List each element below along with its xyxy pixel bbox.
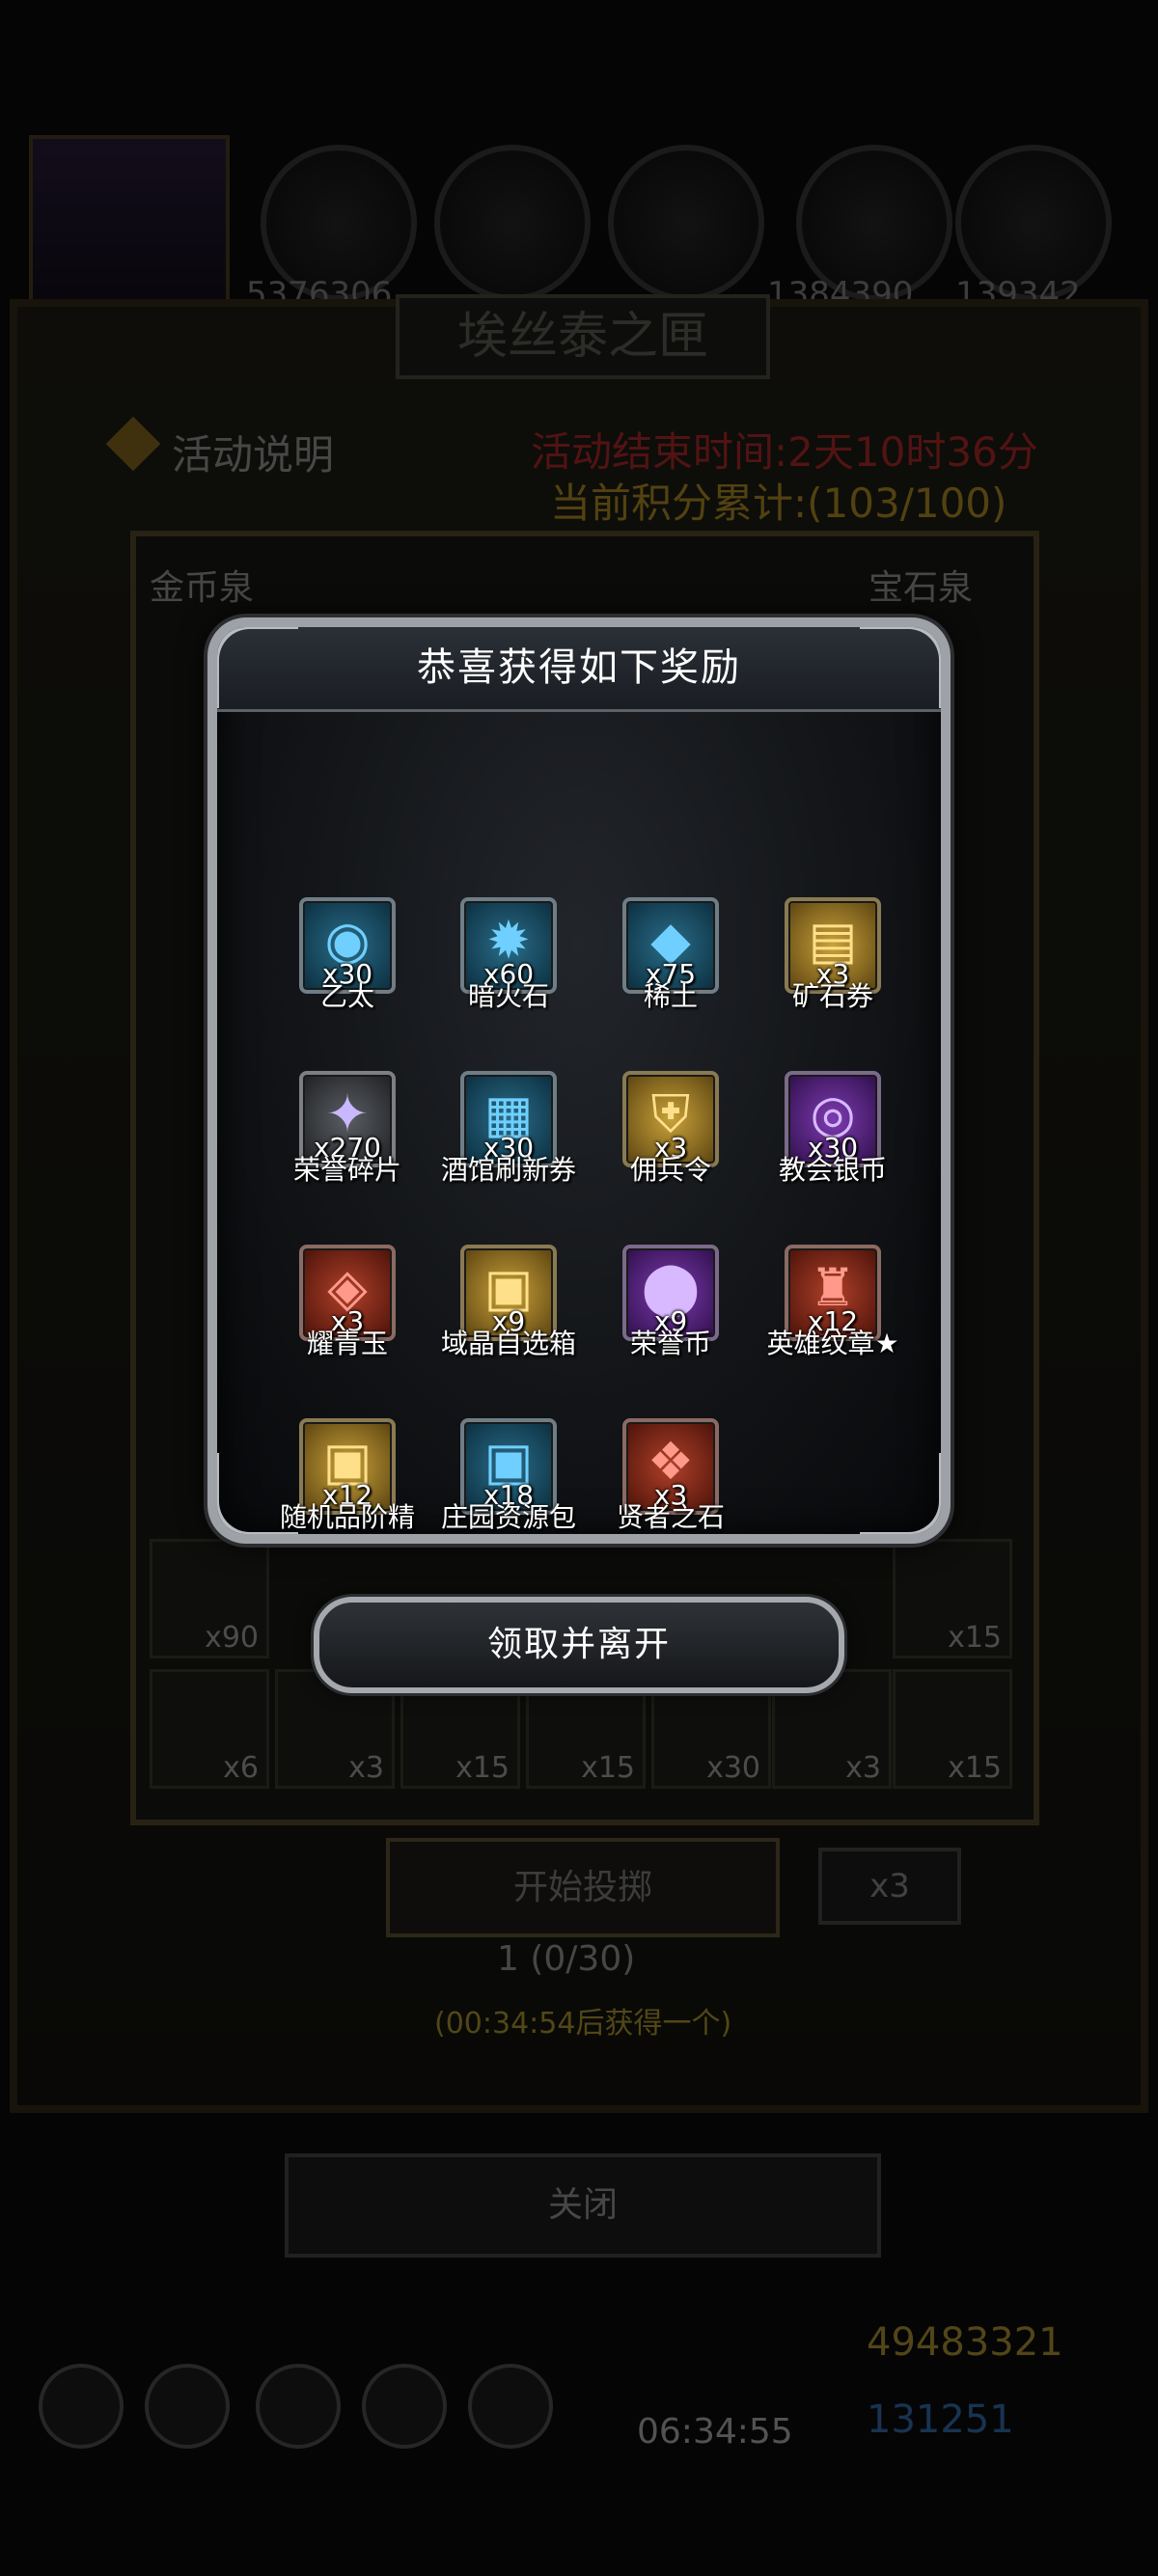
reward-name: 教会银币 xyxy=(778,1154,887,1186)
reward-grid: ◉ x30 乙太 ✹ x60 暗火石 ◆ x75 稀土 ▤ x3 矿石券 ✦ x270 荣誉碎片 ▦ x30 酒馆… xyxy=(275,897,902,1534)
ornament-corner-icon xyxy=(217,627,298,708)
rare-earth-icon: ◆ x75 xyxy=(622,897,719,994)
reward-item[interactable]: ▣ x12 随机品阶精 xyxy=(275,1418,420,1534)
reward-item[interactable]: ⬤ x9 荣誉币 xyxy=(598,1245,743,1409)
reward-name: 稀土 xyxy=(643,980,698,1012)
jade-crystal-icon: ◈ x3 xyxy=(299,1245,396,1341)
reward-item[interactable]: ⛨ x3 佣兵令 xyxy=(598,1071,743,1235)
reward-name: 佣兵令 xyxy=(629,1154,711,1186)
reward-item[interactable]: ▣ x9 域晶自选箱 xyxy=(436,1245,581,1409)
close-button[interactable]: 关闭 xyxy=(285,2153,881,2258)
random-chest-icon: ▣ x12 xyxy=(299,1418,396,1515)
reward-item[interactable]: ♜ x12 英雄纹章★ xyxy=(760,1245,902,1409)
honor-shard-icon: ✦ x270 xyxy=(299,1071,396,1167)
reward-item[interactable]: ▤ x3 矿石券 xyxy=(760,897,902,1061)
reward-name: 矿石券 xyxy=(791,980,873,1012)
crystal-chest-icon: ▣ x9 xyxy=(460,1245,557,1341)
nav-icon[interactable] xyxy=(39,2364,124,2449)
reward-name: 英雄纹章★ xyxy=(766,1328,899,1359)
reward-item[interactable]: ◉ x30 乙太 xyxy=(275,897,420,1061)
nav-icon[interactable] xyxy=(256,2364,341,2449)
score-progress: 当前积分累计:(103/100) xyxy=(550,480,1007,527)
roll-dice-button[interactable]: 开始投掷 xyxy=(386,1838,780,1937)
nav-icon[interactable] xyxy=(362,2364,447,2449)
reward-name: 暗火石 xyxy=(467,980,549,1012)
reward-item[interactable]: ▦ x30 酒馆刷新券 xyxy=(436,1071,581,1235)
board-cell: x6 xyxy=(150,1669,269,1789)
reward-dialog: 恭喜获得如下奖励 ◉ x30 乙太 ✹ x60 暗火石 ◆ x75 稀土 ▤ x3 矿石券 ✦ x270 荣… xyxy=(207,617,951,1544)
reward-item[interactable]: ◈ x3 耀青玉 xyxy=(275,1245,420,1409)
reward-name: 贤者之石 xyxy=(616,1501,725,1533)
dark-fire-stone-icon: ✹ x60 xyxy=(460,897,557,994)
reward-item[interactable]: ◆ x75 稀土 xyxy=(598,897,743,1061)
board-label-gem-spring: 宝石泉 xyxy=(868,568,974,608)
reward-dialog-title: 恭喜获得如下奖励 xyxy=(417,645,741,690)
gold-amount: 49483321 xyxy=(867,2320,1063,2365)
mercenary-token-icon: ⛨ x3 xyxy=(622,1071,719,1167)
tavern-refresh-ticket-icon: ▦ x30 xyxy=(460,1071,557,1167)
event-title: 埃丝泰之匣 xyxy=(396,294,770,379)
ether-orb-icon: ◉ x30 xyxy=(299,897,396,994)
ornament-corner-icon xyxy=(860,627,941,708)
nav-icon[interactable] xyxy=(145,2364,230,2449)
claim-and-leave-button[interactable]: 领取并离开 xyxy=(314,1597,844,1693)
reward-name: 荣誉币 xyxy=(629,1328,711,1359)
gift-timer: 06:34:55 xyxy=(637,2412,793,2452)
reward-name: 荣誉碎片 xyxy=(292,1154,401,1186)
reward-name: 酒馆刷新券 xyxy=(440,1154,576,1186)
board-cell: x15 xyxy=(893,1669,1012,1789)
reward-item[interactable]: ✹ x60 暗火石 xyxy=(436,897,581,1061)
gem-amount: 131251 xyxy=(867,2398,1014,2442)
church-silver-coin-icon: ◎ x30 xyxy=(785,1071,881,1167)
hero-emblem-icon: ♜ x12 xyxy=(785,1245,881,1341)
activity-note-link[interactable]: 活动说明 xyxy=(172,423,334,481)
hero-banner xyxy=(29,135,230,307)
reward-name: 域晶自选箱 xyxy=(440,1328,576,1359)
reward-item[interactable]: ✦ x270 荣誉碎片 xyxy=(275,1071,420,1235)
board-label-gold-spring: 金币泉 xyxy=(150,568,255,608)
roll-multiplier-button[interactable]: x3 xyxy=(818,1848,961,1925)
dice-count: 1 (0/30) xyxy=(497,1939,636,1979)
board-cell: x90 xyxy=(150,1539,269,1658)
resource-stone-icon xyxy=(608,145,764,301)
reward-item[interactable]: ❖ x3 贤者之石 xyxy=(598,1418,743,1534)
activity-end-time: 活动结束时间:2天10时36分 xyxy=(531,428,1038,476)
honor-coin-icon: ⬤ x9 xyxy=(622,1245,719,1341)
manor-resource-chest-icon: ▣ x18 xyxy=(460,1418,557,1515)
reward-item[interactable]: ▣ x18 庄园资源包 xyxy=(436,1418,581,1534)
ore-ticket-icon: ▤ x3 xyxy=(785,897,881,994)
reward-item[interactable]: ◎ x30 教会银币 xyxy=(760,1071,902,1235)
board-cell: x15 xyxy=(893,1539,1012,1658)
reward-name: 耀青玉 xyxy=(306,1328,388,1359)
nav-icon[interactable] xyxy=(468,2364,553,2449)
reward-name: 庄园资源包 xyxy=(440,1501,576,1533)
reward-name: 随机品阶精 xyxy=(279,1501,415,1533)
sage-stone-icon: ❖ x3 xyxy=(622,1418,719,1515)
dice-refill-hint: (00:34:54后获得一个) xyxy=(434,2007,732,2041)
resource-scroll-icon xyxy=(434,145,591,301)
reward-name: 乙太 xyxy=(319,980,374,1012)
